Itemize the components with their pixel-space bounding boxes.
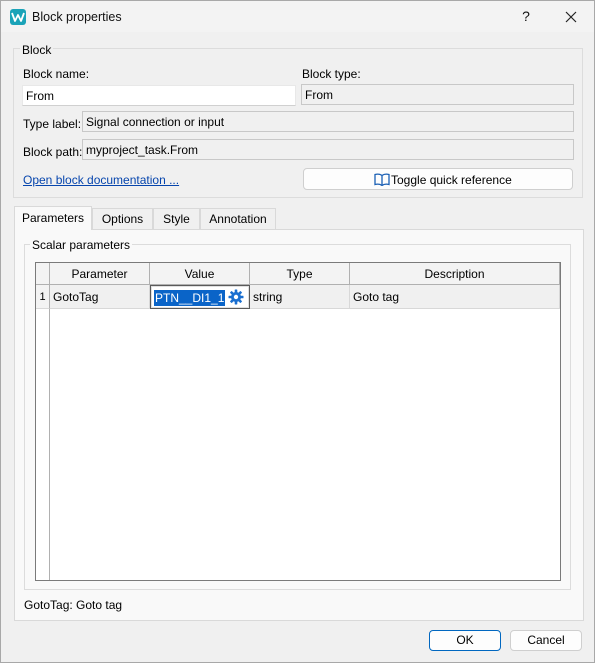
block-name-label: Block name: [23,67,90,81]
open-documentation-link[interactable]: Open block documentation ... [23,173,179,187]
row-header-1[interactable]: 1 [36,285,50,309]
block-group-title: Block [20,43,54,57]
ok-button[interactable]: OK [429,630,501,651]
column-header-description[interactable]: Description [350,263,560,285]
row-header-empty [36,309,50,580]
block-name-input[interactable]: From [22,85,296,106]
block-path-field: myproject_task.From [82,139,574,160]
toggle-quick-reference-label: Toggle quick reference [391,173,512,187]
close-button[interactable] [551,3,591,30]
scalar-parameters-title: Scalar parameters [30,238,133,252]
gear-icon[interactable] [228,289,244,305]
value-cell-editor[interactable]: PTN__DI1_1 [150,285,250,309]
cell-description[interactable]: Goto tag [350,285,560,309]
column-header-parameter[interactable]: Parameter [50,263,150,285]
block-type-label: Block type: [302,67,361,81]
toggle-quick-reference-button[interactable]: Toggle quick reference [303,168,573,190]
cell-parameter[interactable]: GotoTag [50,285,150,309]
help-button[interactable]: ? [508,3,544,30]
block-path-label: Block path: [23,145,83,159]
window-title: Block properties [32,10,122,24]
block-type-field: From [301,84,574,105]
table-corner [36,263,50,285]
column-header-type[interactable]: Type [250,263,350,285]
block-properties-dialog: Block properties ? Block Block name: Fro… [0,0,595,663]
book-icon [374,173,390,186]
app-logo-icon [10,9,26,25]
cell-type[interactable]: string [250,285,350,309]
parameter-status-text: GotoTag: Goto tag [24,598,123,612]
tab-parameters[interactable]: Parameters [14,206,92,230]
tab-options[interactable]: Options [92,208,153,230]
value-input-text[interactable]: PTN__DI1_1 [154,290,226,306]
close-icon [565,11,577,23]
parameters-table: Parameter Value Type Description 1 GotoT… [35,262,561,581]
cancel-button[interactable]: Cancel [510,630,582,651]
tab-style[interactable]: Style [153,208,200,230]
tab-annotation[interactable]: Annotation [200,208,276,230]
title-bar: Block properties ? [1,1,594,32]
type-label-field: Signal connection or input [82,111,574,132]
type-label-label: Type label: [23,117,82,131]
column-header-value[interactable]: Value [150,263,250,285]
